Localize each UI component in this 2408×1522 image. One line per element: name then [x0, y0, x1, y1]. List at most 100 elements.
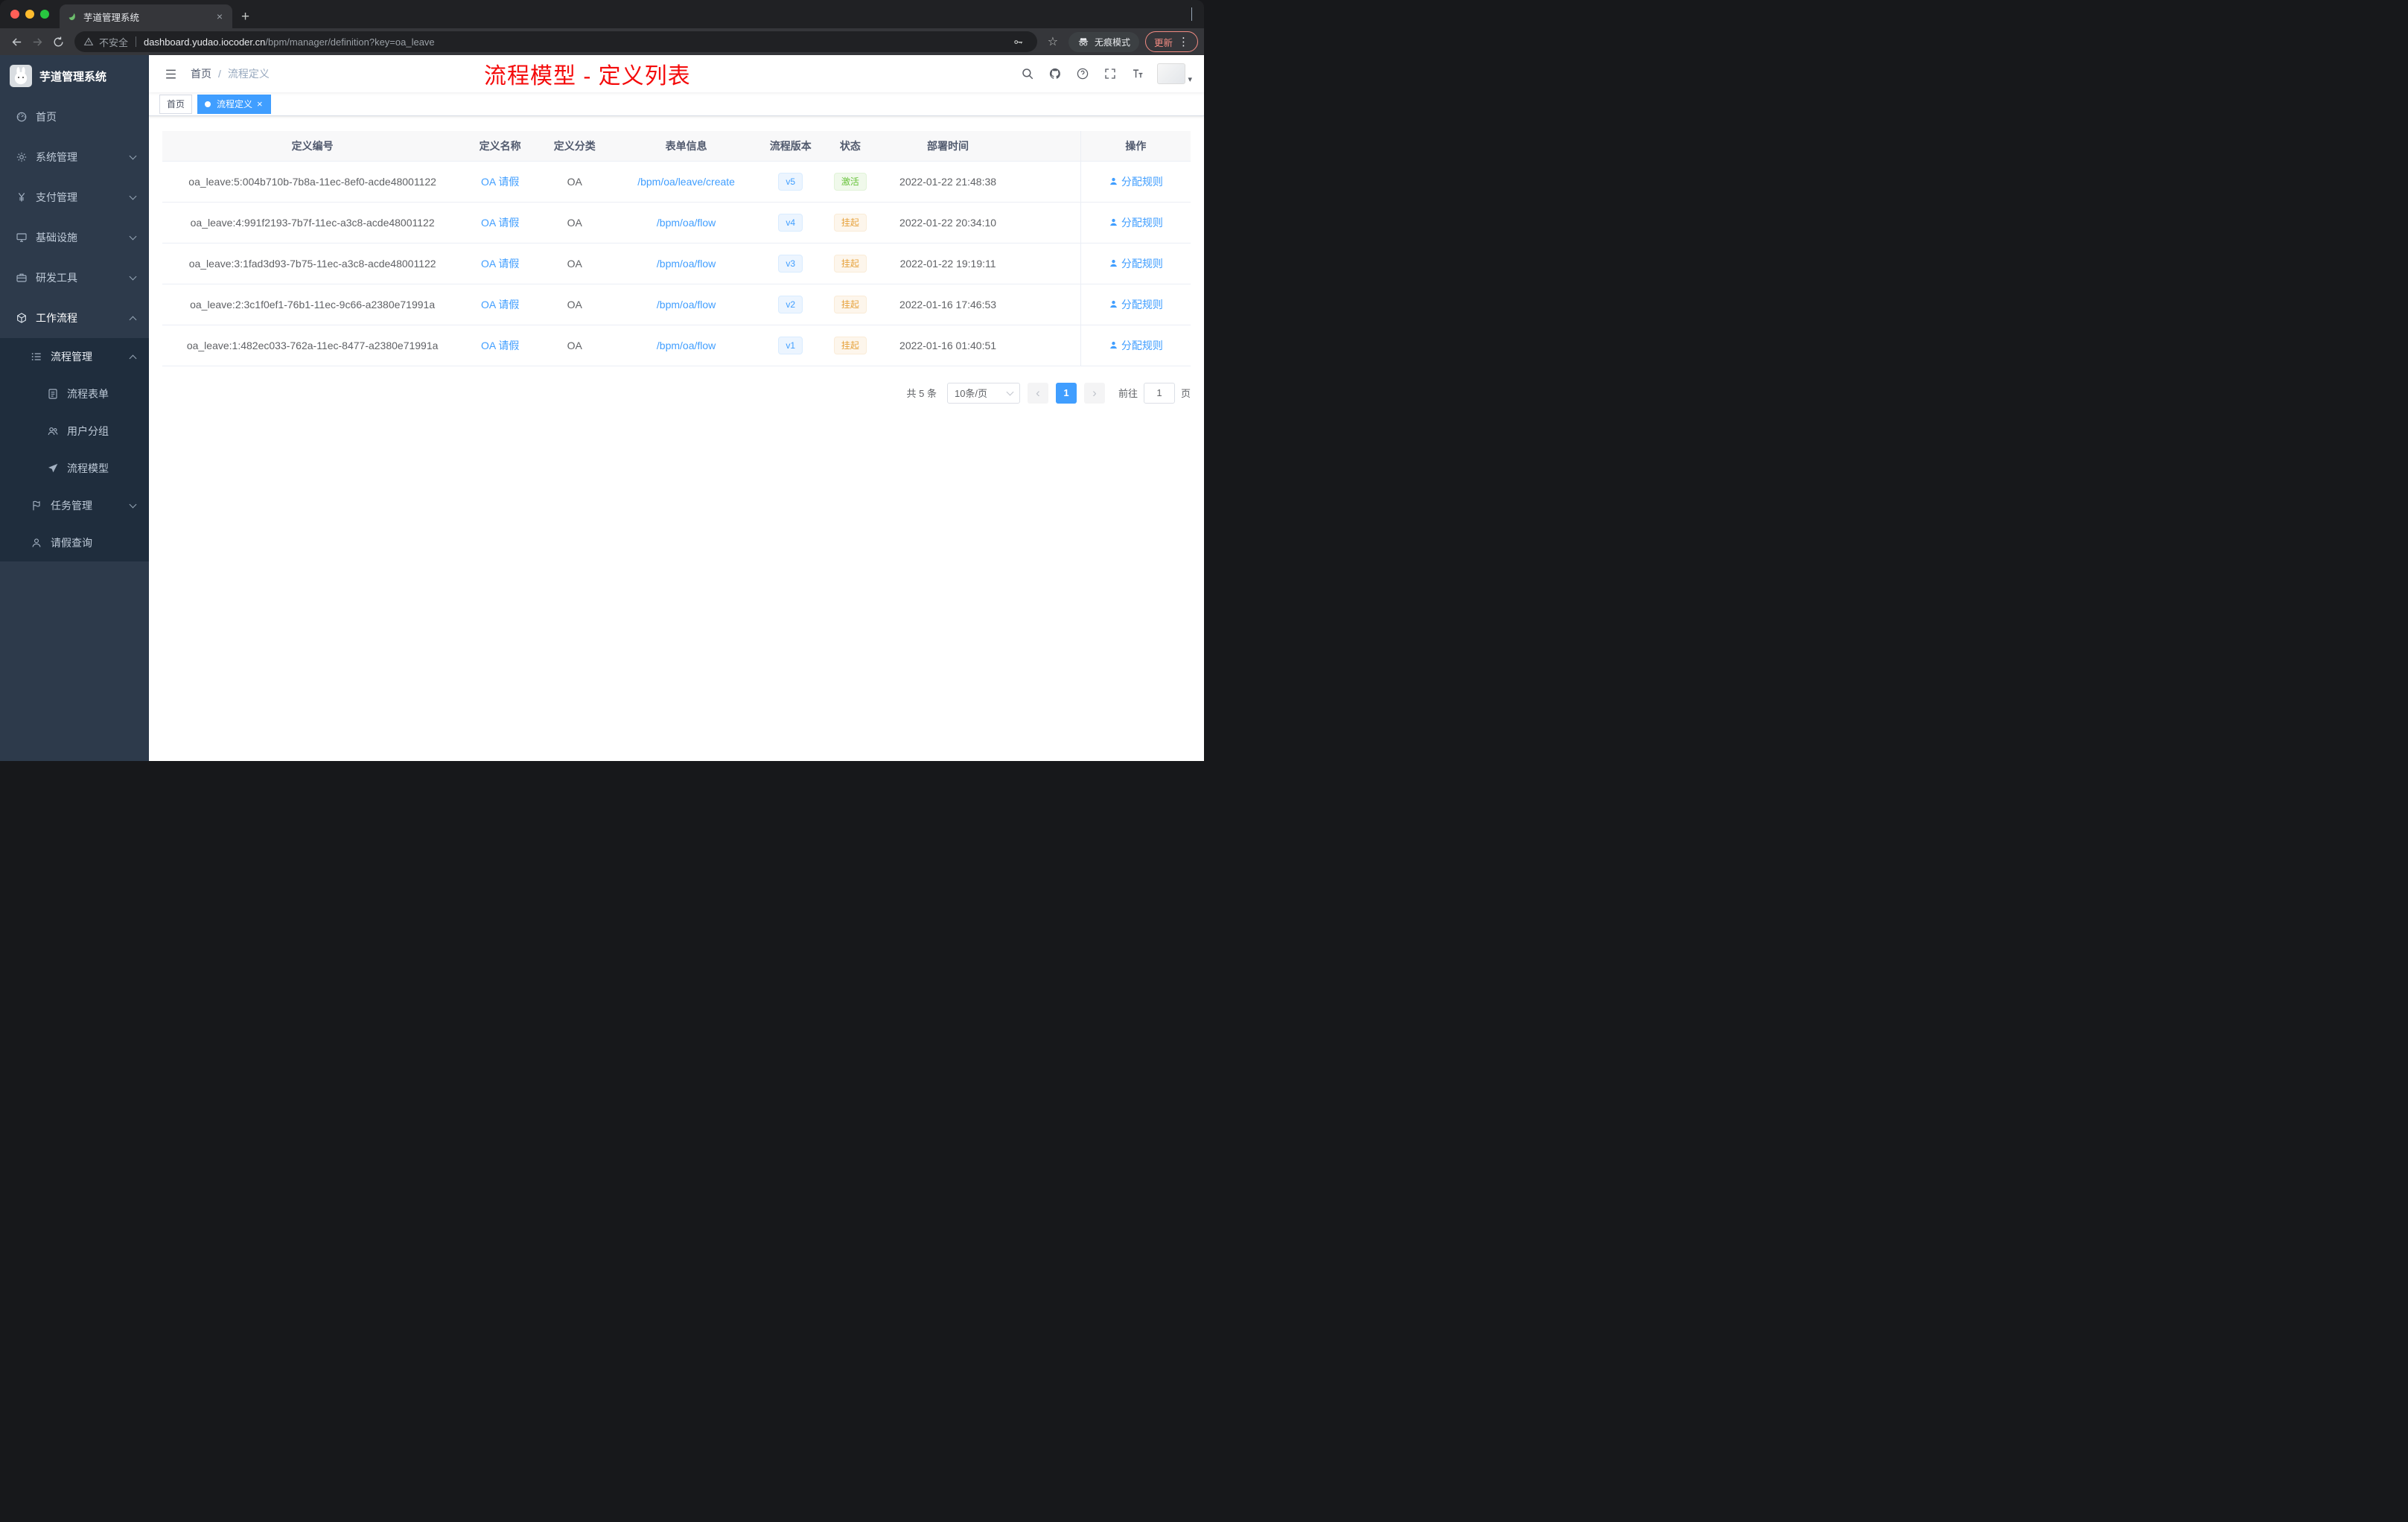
sidebar-item-label: 流程模型 [67, 462, 109, 474]
sidebar-item[interactable]: 系统管理 [0, 137, 149, 177]
cube-icon [15, 312, 28, 324]
definition-category: OA [538, 161, 612, 203]
breadcrumb-home[interactable]: 首页 [191, 66, 211, 81]
next-page-button[interactable]: › [1083, 382, 1105, 404]
chevron-down-icon [1191, 7, 1192, 21]
github-icon[interactable] [1047, 66, 1063, 82]
close-window-button[interactable] [10, 10, 19, 19]
search-icon[interactable] [1019, 66, 1036, 82]
version-tag: v5 [778, 172, 803, 191]
sidebar-item[interactable]: 流程表单 [0, 375, 149, 413]
sidebar-item[interactable]: 流程管理 [0, 338, 149, 375]
definition-table: 定义编号 定义名称 定义分类 表单信息 流程版本 状态 部署时间 操作 oa_l… [162, 131, 1191, 366]
page-number-button[interactable]: 1 [1055, 382, 1077, 404]
browser-menu-dots-icon[interactable]: ⋮ [1178, 35, 1189, 48]
incognito-badge: 无痕模式 [1068, 31, 1139, 52]
omnibox[interactable]: 不安全 dashboard.yudao.iocoder.cn/bpm/manag… [74, 31, 1037, 52]
zoom-window-button[interactable] [40, 10, 49, 19]
back-button[interactable] [6, 31, 27, 52]
definition-id: oa_leave:2:3c1f0ef1-76b1-11ec-9c66-a2380… [162, 284, 463, 325]
chevron-icon [129, 232, 137, 241]
browser-tab[interactable]: 芋道管理系统 × [60, 4, 232, 28]
back-arrow-icon [10, 36, 23, 48]
app-root: 芋道管理系统 首页 系统管理 支付管理 基础设施 研发工具 工作流程 流程管理 … [0, 55, 1204, 761]
column-header: 流程版本 [760, 131, 821, 162]
sidebar-item[interactable]: 支付管理 [0, 177, 149, 217]
form-info-link[interactable]: /bpm/oa/flow [657, 299, 716, 311]
user-icon [1109, 217, 1118, 227]
fullscreen-icon[interactable] [1102, 66, 1118, 82]
tab-close-icon[interactable]: × [214, 10, 225, 22]
breadcrumb: 首页 / 流程定义 [191, 66, 270, 81]
tag-home[interactable]: 首页 [159, 94, 193, 114]
sidebar-item-label: 流程管理 [51, 351, 92, 363]
assign-rule-link[interactable]: 分配规则 [1109, 256, 1163, 271]
table-row: oa_leave:4:991f2193-7b7f-11ec-a3c8-acde4… [162, 202, 1191, 243]
cell-filler [1016, 202, 1081, 243]
form-info-link[interactable]: /bpm/oa/flow [657, 340, 716, 351]
hamburger-menu-icon[interactable] [161, 64, 180, 83]
reload-button[interactable] [48, 31, 69, 52]
tag-close-icon[interactable]: × [256, 99, 264, 109]
prev-page-button[interactable]: ‹ [1027, 382, 1048, 404]
browser-update-button[interactable]: 更新 ⋮ [1144, 31, 1198, 52]
definition-name-link[interactable]: OA 请假 [481, 258, 519, 270]
definition-name-link[interactable]: OA 请假 [481, 176, 519, 188]
user-icon [30, 537, 42, 549]
table-row: oa_leave:3:1fad3d93-7b75-11ec-a3c8-acde4… [162, 243, 1191, 284]
status-tag: 挂起 [833, 295, 867, 313]
page-size-select[interactable]: 10条/页 [946, 382, 1020, 404]
definition-id: oa_leave:5:004b710b-7b8a-11ec-8ef0-acde4… [162, 161, 463, 203]
font-size-icon[interactable] [1130, 66, 1146, 82]
tab-search-button[interactable] [1191, 7, 1204, 21]
assign-rule-link[interactable]: 分配规则 [1109, 297, 1163, 312]
sidebar-item[interactable]: 流程模型 [0, 450, 149, 487]
dashboard-icon [15, 111, 28, 123]
assign-rule-link[interactable]: 分配规则 [1109, 174, 1163, 189]
user-menu[interactable]: ▾ [1157, 63, 1192, 84]
new-tab-button[interactable]: + [241, 10, 249, 24]
sidebar-item[interactable]: 首页 [0, 97, 149, 137]
sidebar-item[interactable]: 用户分组 [0, 413, 149, 450]
help-icon[interactable] [1074, 66, 1091, 82]
assign-rule-link[interactable]: 分配规则 [1109, 338, 1163, 353]
deploy-time: 2022-01-22 20:34:10 [879, 202, 1016, 243]
sidebar-item[interactable]: 基础设施 [0, 217, 149, 258]
key-icon [1013, 36, 1024, 48]
gear-icon [15, 151, 28, 163]
top-navbar: 首页 / 流程定义 流程模型 - 定义列表 ▾ [149, 55, 1204, 92]
user-icon [1109, 340, 1118, 350]
definition-name-link[interactable]: OA 请假 [481, 299, 519, 311]
bookmark-star-button[interactable]: ☆ [1043, 32, 1063, 51]
definition-name-link[interactable]: OA 请假 [481, 217, 519, 229]
column-header: 定义分类 [538, 131, 612, 162]
definition-name-link[interactable]: OA 请假 [481, 340, 519, 351]
form-info-link[interactable]: /bpm/oa/flow [657, 258, 716, 270]
definition-category: OA [538, 243, 612, 284]
status-tag: 激活 [833, 172, 867, 191]
security-label[interactable]: 不安全 [99, 35, 128, 49]
incognito-icon [1077, 36, 1089, 48]
sidebar-item[interactable]: 研发工具 [0, 258, 149, 298]
sidebar-item-label: 首页 [36, 111, 57, 123]
user-icon [1109, 258, 1118, 268]
sidebar-item[interactable]: 请假查询 [0, 524, 149, 561]
forward-button[interactable] [27, 31, 48, 52]
form-info-link[interactable]: /bpm/oa/flow [657, 217, 716, 229]
column-filler [1016, 131, 1081, 162]
page-content: 定义编号 定义名称 定义分类 表单信息 流程版本 状态 部署时间 操作 oa_l… [149, 116, 1204, 761]
sidebar-item[interactable]: 任务管理 [0, 487, 149, 524]
caret-down-icon: ▾ [1188, 75, 1192, 84]
briefcase-icon [15, 272, 28, 284]
minimize-window-button[interactable] [25, 10, 34, 19]
page-jump-input[interactable] [1143, 382, 1175, 404]
form-info-link[interactable]: /bpm/oa/leave/create [637, 176, 735, 188]
assign-rule-link[interactable]: 分配规则 [1109, 215, 1163, 230]
password-key-button[interactable] [1009, 32, 1028, 51]
url-host: dashboard.yudao.iocoder.cn [144, 36, 266, 48]
table-row: oa_leave:2:3c1f0ef1-76b1-11ec-9c66-a2380… [162, 284, 1191, 325]
status-tag: 挂起 [833, 213, 867, 232]
tag-process-definition[interactable]: 流程定义 × [197, 94, 271, 114]
sidebar-logo-row: 芋道管理系统 [0, 55, 149, 97]
sidebar-item[interactable]: 工作流程 [0, 298, 149, 338]
